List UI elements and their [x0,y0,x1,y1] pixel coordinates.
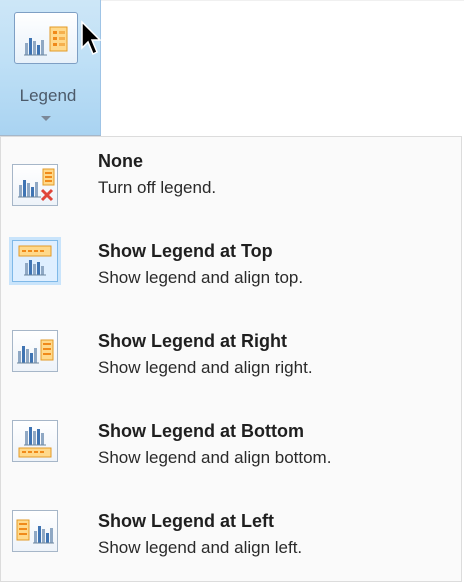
menu-item-show-legend-right[interactable]: Show Legend at Right Show legend and ali… [1,317,461,403]
dropdown-arrow-icon [41,116,51,121]
menu-item-show-legend-bottom[interactable]: Show Legend at Bottom Show legend and al… [1,407,461,493]
legend-bottom-icon [12,420,58,462]
menu-item-show-legend-left[interactable]: Show Legend at Left Show legend and alig… [1,497,461,583]
menu-item-description: Show legend and align right. [98,358,313,377]
menu-item-description: Turn off legend. [98,178,217,197]
menu-item-description: Show legend and align top. [98,268,304,287]
legend-none-icon [12,164,58,206]
menu-item-show-legend-top[interactable]: Show Legend at Top Show legend and align… [1,227,461,313]
menu-item-description: Show legend and align left. [98,538,303,557]
menu-item-title: Show Legend at Left [98,511,275,531]
ribbon-top-border [101,0,464,1]
legend-right-icon [12,330,58,372]
legend-options-menu: None Turn off legend. Show Legend at Top… [0,136,462,582]
legend-right-icon [14,12,78,64]
legend-left-icon [12,510,58,552]
menu-item-title: Show Legend at Bottom [98,421,304,441]
legend-button-label: Legend [19,86,77,105]
menu-item-title: None [98,151,143,171]
menu-item-title: Show Legend at Right [98,331,287,351]
menu-item-description: Show legend and align bottom. [98,448,332,467]
mouse-pointer-icon [80,20,102,60]
menu-item-title: Show Legend at Top [98,241,273,261]
menu-item-none[interactable]: None Turn off legend. [1,137,461,223]
legend-top-icon [12,240,58,282]
